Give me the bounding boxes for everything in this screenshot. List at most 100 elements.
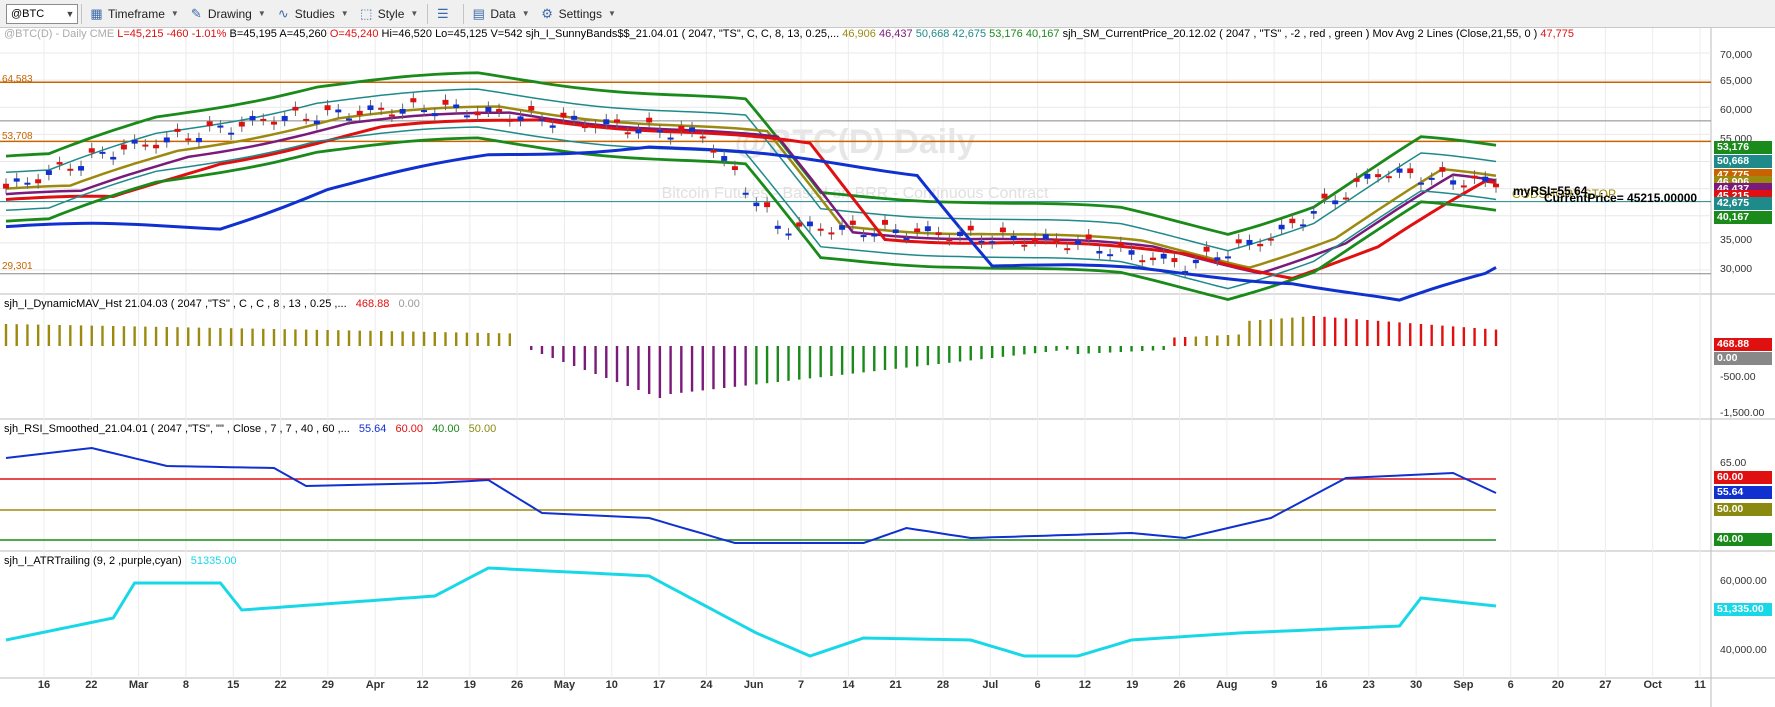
data-icon: ▤ bbox=[472, 6, 485, 21]
candle-body bbox=[828, 232, 835, 235]
histogram-bar bbox=[36, 324, 40, 346]
candle-body bbox=[228, 132, 235, 135]
candle-body bbox=[1289, 218, 1296, 224]
candle-body bbox=[1042, 234, 1049, 240]
candle-body bbox=[892, 229, 899, 234]
hist-tag: 0.00 bbox=[1714, 352, 1772, 365]
histogram-bar bbox=[444, 332, 447, 346]
chevron-down-icon[interactable]: ▼ bbox=[63, 9, 77, 19]
settings-button[interactable]: ⚙ Settings ▼ bbox=[536, 3, 622, 25]
candle-body bbox=[153, 144, 160, 149]
date-axis-label: 12 bbox=[1078, 679, 1092, 691]
candle-body bbox=[849, 220, 856, 225]
rsi-value: 50.00 bbox=[468, 423, 497, 435]
histogram-bar bbox=[1366, 320, 1369, 346]
histogram-bar bbox=[1162, 346, 1165, 350]
candle-body bbox=[549, 125, 556, 128]
timeframe-button[interactable]: ▦ Timeframe ▼ bbox=[85, 3, 185, 25]
chart-canvas[interactable]: @BTC(D) Daily Bitcoin Futures - Based on… bbox=[0, 28, 1775, 707]
exchange-label: CME bbox=[89, 28, 115, 40]
date-axis-label: 11 bbox=[1694, 679, 1706, 691]
histogram-bar bbox=[1451, 326, 1455, 346]
histogram-bar bbox=[1312, 316, 1315, 346]
candle-body bbox=[1278, 224, 1285, 230]
low-price: Lo=45,125 bbox=[435, 28, 488, 40]
layout-button[interactable]: ☰ bbox=[431, 3, 460, 25]
date-axis-label: 10 bbox=[605, 679, 618, 691]
data-button[interactable]: ▤ Data ▼ bbox=[467, 3, 535, 25]
histogram-bar bbox=[658, 346, 662, 398]
hist-axis-label: -500.00 bbox=[1720, 371, 1756, 383]
candle-body bbox=[742, 192, 749, 195]
rsi-pane-legend: sjh_RSI_Smoothed_21.04.01 ( 2047 ,"TS", … bbox=[4, 423, 496, 435]
histogram-bar bbox=[915, 346, 919, 367]
layout-icon: ☰ bbox=[437, 6, 449, 21]
candle-body bbox=[185, 138, 192, 141]
candle-body bbox=[999, 227, 1006, 233]
date-axis-label: 12 bbox=[416, 679, 429, 691]
histogram-bar bbox=[894, 346, 897, 369]
drawing-button[interactable]: ✎ Drawing ▼ bbox=[185, 3, 272, 25]
candle-body bbox=[924, 226, 931, 232]
chart-area[interactable]: @BTC(D) Daily Bitcoin Futures - Based on… bbox=[0, 28, 1775, 707]
date-axis-label: Oct bbox=[1643, 679, 1662, 691]
candle-body bbox=[624, 132, 631, 135]
date-axis-label: 9 bbox=[1271, 679, 1278, 691]
histogram-bar bbox=[58, 325, 61, 346]
histogram-bar bbox=[1269, 319, 1273, 346]
studies-icon: ∿ bbox=[277, 6, 289, 21]
study-movavg: Mov Avg 2 Lines (Close,21,55, 0 ) bbox=[1372, 28, 1538, 40]
histogram-bar bbox=[1066, 346, 1069, 350]
candle-body bbox=[935, 232, 942, 236]
histogram-bar bbox=[969, 346, 972, 361]
chevron-down-icon: ▼ bbox=[607, 9, 616, 18]
candle-body bbox=[110, 156, 117, 160]
candle-body bbox=[442, 99, 449, 105]
hist-tag: 468.88 bbox=[1714, 338, 1772, 351]
symbol-input[interactable]: @BTC ▼ bbox=[6, 3, 78, 24]
histogram-bar bbox=[133, 326, 136, 346]
drawing-label: Drawing bbox=[207, 6, 252, 21]
price-tag: 53,176 bbox=[1714, 141, 1772, 154]
hist-tag-value: 468.88 bbox=[1717, 338, 1750, 350]
candle-body bbox=[1085, 234, 1092, 240]
candle-body bbox=[388, 114, 395, 117]
histogram-bar bbox=[369, 330, 372, 346]
histogram-bar bbox=[808, 346, 812, 379]
histogram-bar bbox=[433, 332, 436, 346]
open-price: O=45,240 bbox=[329, 28, 379, 40]
histogram-bar bbox=[1387, 321, 1391, 346]
style-button[interactable]: ⬚ Style ▼ bbox=[355, 3, 425, 25]
candle-body bbox=[967, 225, 974, 231]
hist-pane-legend: sjh_I_DynamicMAV_Hst 21.04.03 ( 2047 ,"T… bbox=[4, 298, 420, 310]
volume: V=542 bbox=[490, 28, 523, 40]
date-axis-label: 19 bbox=[1126, 679, 1139, 691]
studies-button[interactable]: ∿ Studies ▼ bbox=[272, 3, 355, 25]
price-pane-legend: @BTC(D) - Daily CME L=45,215 -460 -1.01%… bbox=[4, 28, 1574, 40]
histogram-bar bbox=[1033, 346, 1037, 354]
atr-axis-label: 60,000.00 bbox=[1720, 575, 1767, 587]
candle-body bbox=[1128, 250, 1135, 255]
rsi-tag: 60.00 bbox=[1714, 471, 1772, 484]
candle-body bbox=[914, 228, 921, 233]
date-axis-label: 26 bbox=[1173, 679, 1186, 691]
histogram-bar bbox=[1355, 319, 1358, 346]
histogram-bar bbox=[1098, 346, 1101, 353]
histogram-bar bbox=[583, 346, 587, 370]
histogram-bar bbox=[755, 346, 758, 385]
pct-change: -1.01% bbox=[191, 28, 227, 40]
histogram-bar bbox=[1301, 316, 1305, 346]
hline-label-upper: 64,583 bbox=[2, 74, 33, 85]
candle-body bbox=[1117, 242, 1124, 247]
candle-body bbox=[3, 183, 9, 189]
candle-body bbox=[356, 110, 363, 116]
histogram-bar bbox=[1205, 336, 1208, 346]
histogram-bar bbox=[497, 333, 501, 346]
candle-body bbox=[1053, 238, 1060, 243]
atr-trailing-line bbox=[5, 566, 1497, 658]
study-value: 42,675 bbox=[952, 28, 987, 40]
candle-body bbox=[946, 239, 953, 242]
rsi-tag-value: 60.00 bbox=[1717, 471, 1744, 483]
candle-body bbox=[1375, 174, 1382, 178]
candle-body bbox=[1214, 257, 1221, 261]
